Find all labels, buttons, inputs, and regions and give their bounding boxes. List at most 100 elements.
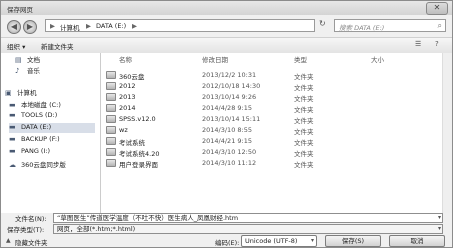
cancel-button[interactable]: 取消 bbox=[389, 235, 445, 247]
nav-item-drive-e[interactable]: ▬ DATA (E:) bbox=[9, 123, 95, 133]
folder-icon bbox=[106, 137, 116, 145]
filetype-value: 网页，全部(*.htm;*.html) bbox=[57, 225, 136, 233]
nav-item-drive-i[interactable]: ▬ PANG (I:) bbox=[9, 147, 50, 157]
nav-item-computer[interactable]: ▣ 计算机 bbox=[5, 87, 37, 97]
filename-input[interactable]: “草图医生”传道医学温度（不吐不快）医生病人_凤凰财经.htm ▾ bbox=[53, 213, 443, 223]
title-bar: 保存网页 ✕ bbox=[1, 1, 452, 15]
file-name: 考试系统 bbox=[119, 139, 145, 147]
cloud-icon: ☁ bbox=[9, 161, 16, 169]
nav-item-music[interactable]: ♪ 音乐 bbox=[15, 65, 40, 75]
new-folder-button[interactable]: 新建文件夹 bbox=[41, 41, 74, 51]
search-icon[interactable]: ⌕ bbox=[438, 21, 442, 31]
file-type: 文件夹 bbox=[294, 150, 314, 158]
filetype-select[interactable]: 网页，全部(*.htm;*.html) ▾ bbox=[53, 224, 443, 234]
file-type: 文件夹 bbox=[294, 117, 314, 125]
nav-item-label: 计算机 bbox=[17, 89, 37, 97]
encoding-value: Unicode (UTF-8) bbox=[245, 237, 298, 245]
breadcrumb-computer[interactable]: 计算机 bbox=[60, 22, 80, 32]
search-input[interactable]: 搜索 DATA (E:) ⌕ bbox=[334, 19, 446, 32]
column-header-size[interactable]: 大小 bbox=[371, 54, 384, 64]
folder-icon bbox=[106, 82, 116, 90]
chevron-down-icon[interactable]: ▾ bbox=[311, 236, 314, 246]
encoding-label: 编码(E): bbox=[215, 239, 240, 247]
save-button[interactable]: 保存(S) bbox=[325, 235, 381, 247]
table-row[interactable]: 考试系统4.20 2014/3/10 12:50 文件夹 bbox=[101, 147, 452, 158]
breadcrumb-arrow-icon[interactable]: ▶ bbox=[50, 22, 55, 30]
nav-item-cloud-sync[interactable]: ☁ 360云盘同步版 bbox=[9, 159, 66, 169]
document-icon: ▤ bbox=[15, 56, 22, 64]
file-date: 2013/10/14 9:26 bbox=[202, 93, 257, 101]
nav-item-documents[interactable]: ▤ 文档 bbox=[15, 54, 40, 64]
encoding-select[interactable]: Unicode (UTF-8) ▾ bbox=[241, 235, 317, 247]
breadcrumb-data-drive[interactable]: DATA (E:) bbox=[96, 22, 126, 30]
file-name: 考试系统4.20 bbox=[119, 150, 160, 158]
folder-icon bbox=[106, 93, 116, 101]
folder-icon bbox=[106, 71, 116, 79]
forward-button[interactable]: ▶ bbox=[23, 20, 37, 34]
vertical-scrollbar[interactable] bbox=[442, 53, 452, 213]
table-row[interactable]: wz 2014/3/10 8:55 文件夹 bbox=[101, 125, 452, 136]
file-type: 文件夹 bbox=[294, 84, 314, 92]
file-type: 文件夹 bbox=[294, 161, 314, 169]
table-row[interactable]: 用户登录界面 2014/3/10 11:12 文件夹 bbox=[101, 158, 452, 169]
file-name: 360云盘 bbox=[119, 73, 145, 81]
drive-icon: ▬ bbox=[9, 147, 16, 155]
hide-folders-link[interactable]: 隐藏文件夹 bbox=[15, 237, 48, 247]
file-date: 2014/4/28 9:15 bbox=[202, 104, 252, 112]
chevron-down-icon[interactable]: ▾ bbox=[438, 214, 441, 222]
chevron-down-icon[interactable]: ▾ bbox=[438, 225, 441, 233]
nav-item-label: PANG (I:) bbox=[21, 147, 51, 155]
column-header-date[interactable]: 修改日期 bbox=[202, 54, 228, 64]
drive-icon: ▬ bbox=[9, 135, 16, 143]
nav-item-label: DATA (E:) bbox=[21, 123, 52, 131]
column-header-type[interactable]: 类型 bbox=[294, 54, 307, 64]
drive-icon: ▬ bbox=[9, 111, 16, 119]
filetype-label: 保存类型(T): bbox=[7, 226, 45, 234]
table-row[interactable]: 2014 2014/4/28 9:15 文件夹 bbox=[101, 103, 452, 114]
nav-item-label: BACKUP (F:) bbox=[21, 135, 60, 143]
file-name: 2012 bbox=[119, 82, 136, 90]
file-type: 文件夹 bbox=[294, 128, 314, 136]
file-date: 2014/4/21 9:15 bbox=[202, 137, 252, 145]
file-type: 文件夹 bbox=[294, 139, 314, 147]
file-name: 2014 bbox=[119, 104, 136, 112]
nav-item-drive-c[interactable]: ▬ 本地磁盘 (C:) bbox=[9, 99, 61, 109]
table-row[interactable]: 2013 2013/10/14 9:26 文件夹 bbox=[101, 92, 452, 103]
nav-item-drive-f[interactable]: ▬ BACKUP (F:) bbox=[9, 135, 60, 145]
file-date: 2013/10/14 15:11 bbox=[202, 115, 261, 123]
close-button[interactable]: ✕ bbox=[426, 2, 448, 15]
refresh-icon[interactable]: ↻ bbox=[319, 19, 331, 32]
file-date: 2012/10/18 14:30 bbox=[202, 82, 261, 90]
file-name: 2013 bbox=[119, 93, 136, 101]
view-icon[interactable]: ☰ bbox=[415, 40, 421, 48]
drive-icon: ▬ bbox=[9, 123, 16, 131]
back-button[interactable]: ◀ bbox=[7, 20, 21, 34]
file-list: 名称 修改日期 类型 大小 360云盘 2013/12/2 10:31 文件夹 20… bbox=[101, 53, 452, 213]
search-placeholder: 搜索 DATA (E:) bbox=[339, 24, 385, 32]
filename-label: 文件名(N): bbox=[15, 215, 47, 223]
table-row[interactable]: 2012 2012/10/18 14:30 文件夹 bbox=[101, 81, 452, 92]
file-date: 2014/3/10 8:55 bbox=[202, 126, 252, 134]
column-header-name[interactable]: 名称 bbox=[119, 54, 132, 64]
table-row[interactable]: 360云盘 2013/12/2 10:31 文件夹 bbox=[101, 70, 452, 81]
file-type: 文件夹 bbox=[294, 73, 314, 81]
address-bar[interactable]: ▶ 计算机 ▶ DATA (E:) ▶ bbox=[45, 19, 315, 32]
computer-icon: ▣ bbox=[5, 89, 12, 97]
music-icon: ♪ bbox=[15, 67, 20, 75]
nav-item-drive-d[interactable]: ▬ TOOLS (D:) bbox=[9, 111, 57, 121]
nav-item-label: TOOLS (D:) bbox=[21, 111, 58, 119]
breadcrumb-arrow-icon[interactable]: ▶ bbox=[86, 22, 91, 30]
file-name: 用户登录界面 bbox=[119, 161, 158, 169]
file-date: 2014/3/10 12:50 bbox=[202, 148, 257, 156]
window-title: 保存网页 bbox=[7, 6, 33, 14]
collapse-icon[interactable]: ▲ bbox=[6, 237, 11, 244]
help-icon[interactable]: ? bbox=[435, 40, 439, 48]
address-row: ◀ ▶ ▶ 计算机 ▶ DATA (E:) ▶ ↻ 搜索 DATA (E:) ⌕ bbox=[1, 15, 452, 37]
breadcrumb-arrow-icon[interactable]: ▶ bbox=[132, 22, 137, 30]
filename-value: “草图医生”传道医学温度（不吐不快）医生病人_凤凰财经.htm bbox=[57, 214, 239, 222]
file-type: 文件夹 bbox=[294, 95, 314, 103]
folder-icon bbox=[106, 104, 116, 112]
table-row[interactable]: SPSS.v12.0 2013/10/14 15:11 文件夹 bbox=[101, 114, 452, 125]
organize-button[interactable]: 组织 ▾ bbox=[7, 41, 25, 51]
table-row[interactable]: 考试系统 2014/4/21 9:15 文件夹 bbox=[101, 136, 452, 147]
